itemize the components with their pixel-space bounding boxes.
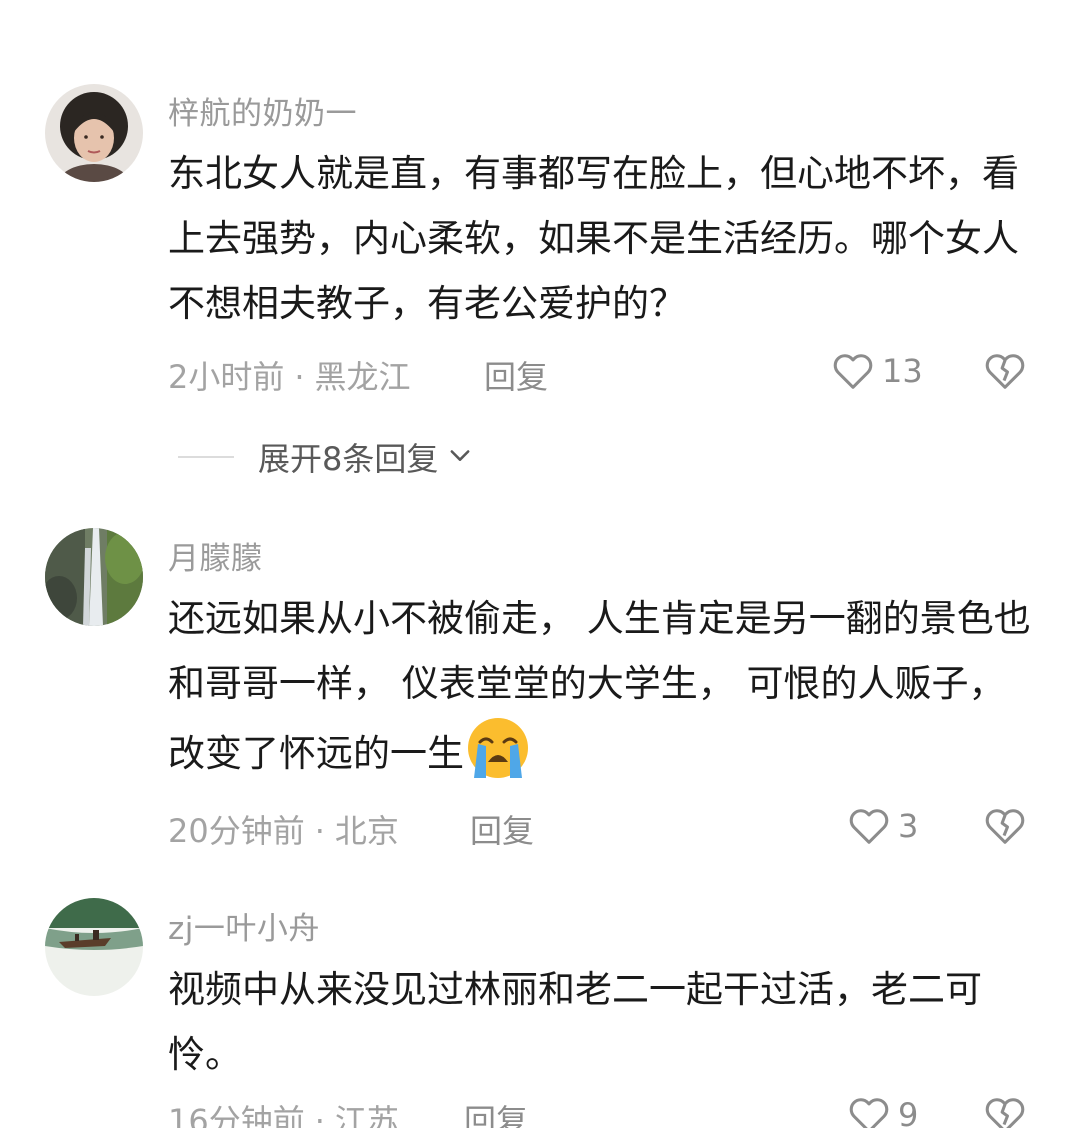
comment-location: 北京 (334, 812, 399, 850)
reply-button[interactable]: 回复 (464, 1096, 528, 1128)
avatar[interactable] (45, 84, 143, 182)
comment-text: 东北女人就是直，有事都写在脸上，但心地不坏，看上去强势，内心柔软，如果不是生活经… (168, 152, 1019, 325)
comment-text: 视频中从来没见过林丽和老二一起干过活，老二可怜。 (168, 968, 982, 1076)
dislike-button[interactable] (982, 348, 1028, 394)
like-button[interactable]: 13 (830, 348, 923, 394)
like-count: 13 (882, 352, 923, 390)
username[interactable]: 梓航的奶奶一 (168, 88, 357, 133)
comment-location: 江苏 (334, 1102, 399, 1128)
like-count: 3 (898, 807, 919, 845)
comment-time: 20分钟前 (168, 812, 305, 850)
expand-replies-label: 展开8条回复 (258, 440, 439, 478)
like-button[interactable]: 3 (846, 803, 918, 849)
comment-meta: 2小时前 · 黑龙江 (168, 352, 411, 398)
expand-replies-button[interactable]: 展开8条回复 (178, 434, 474, 480)
comment-time: 16分钟前 (168, 1102, 305, 1128)
meta-separator: · (294, 358, 305, 396)
avatar[interactable] (45, 528, 143, 626)
comment-text-content: 还远如果从小不被偷走， 人生肯定是另一翻的景色也和哥哥一样， 仪表堂堂的大学生，… (168, 597, 1031, 775)
dislike-button[interactable] (982, 803, 1028, 849)
like-button[interactable]: 9 (846, 1092, 918, 1128)
dislike-button[interactable] (982, 1092, 1028, 1128)
heart-outline-icon (830, 348, 876, 394)
loudly-crying-face-icon (466, 716, 530, 780)
broken-heart-icon (982, 348, 1028, 394)
username[interactable]: 月朦朦 (168, 533, 263, 578)
comment-location: 黑龙江 (314, 358, 411, 396)
avatar[interactable] (45, 898, 143, 996)
chevron-down-icon (438, 441, 474, 473)
heart-outline-icon (846, 1092, 892, 1128)
meta-separator: · (314, 1102, 325, 1128)
comment-time: 2小时前 (168, 358, 285, 396)
reply-button[interactable]: 回复 (470, 806, 534, 852)
comment-text: 还远如果从小不被偷走， 人生肯定是另一翻的景色也和哥哥一样， 仪表堂堂的大学生，… (168, 586, 1038, 786)
broken-heart-icon (982, 1092, 1028, 1128)
divider (178, 456, 234, 458)
like-count: 9 (898, 1096, 919, 1128)
reply-button[interactable]: 回复 (484, 352, 548, 398)
heart-outline-icon (846, 803, 892, 849)
username[interactable]: zj一叶小舟 (168, 903, 320, 948)
comment-meta: 16分钟前 · 江苏 (168, 1096, 399, 1128)
comment-meta: 20分钟前 · 北京 (168, 806, 399, 852)
meta-separator: · (314, 812, 325, 850)
broken-heart-icon (982, 803, 1028, 849)
